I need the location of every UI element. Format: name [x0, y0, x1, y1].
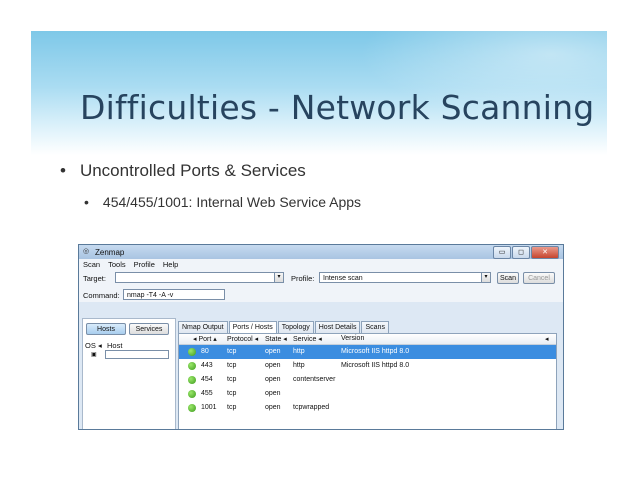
cell-state: open	[265, 404, 281, 411]
cell-protocol: tcp	[227, 348, 237, 355]
zenmap-app-icon: ◎	[83, 248, 90, 255]
profile-select[interactable]: Intense scan	[319, 272, 489, 283]
tab-topology[interactable]: Topology	[277, 321, 314, 333]
ports-table-header: ◂ Port ▴ Protocol ◂ State ◂ Service ◂ Ve…	[179, 334, 556, 345]
table-row[interactable]: 1001 tcp open tcpwrapped	[179, 401, 556, 415]
cell-state: open	[265, 348, 281, 355]
bullet-dot: •	[84, 194, 89, 210]
status-open-icon	[188, 362, 196, 370]
bullet-2-text: 454/455/1001: Internal Web Service Apps	[102, 194, 362, 210]
column-service-label: Service	[293, 336, 317, 343]
bullet-1-text: Uncontrolled Ports & Services	[79, 161, 306, 180]
command-toolbar: Command: nmap -T4 -A -v	[79, 286, 563, 302]
cell-protocol: tcp	[227, 362, 237, 369]
column-state-label: State	[265, 336, 282, 343]
bullet-level-1: • Uncontrolled Ports & Services	[60, 161, 306, 181]
table-row[interactable]: 454 tcp open contentserver	[179, 373, 556, 387]
cell-protocol: tcp	[227, 390, 237, 397]
tab-host-details[interactable]: Host Details	[314, 321, 361, 333]
window-titlebar[interactable]: ◎ Zenmap ▭ ◻ ✕	[79, 245, 563, 259]
services-button[interactable]: Services	[129, 323, 169, 335]
table-row[interactable]: 443 tcp open http Microsoft IIS httpd 8.0	[179, 359, 556, 373]
hosts-button[interactable]: Hosts	[86, 323, 126, 335]
cell-port: 454	[201, 376, 213, 383]
menu-bar: Scan Tools Profile Help	[79, 259, 563, 270]
status-open-icon	[188, 404, 196, 412]
target-label: Target:	[83, 274, 106, 283]
cell-service: tcpwrapped	[293, 404, 330, 411]
cell-port: 455	[201, 390, 213, 397]
cancel-button[interactable]: Cancel	[523, 272, 555, 284]
column-protocol[interactable]: Protocol ◂	[227, 335, 258, 343]
column-state[interactable]: State ◂	[265, 335, 287, 343]
column-version-label: Version	[341, 335, 365, 342]
column-expand-icon[interactable]: ◂	[545, 335, 549, 343]
status-open-icon	[188, 376, 196, 384]
hosts-services-panel: Hosts Services OS ◂ Host ▣	[82, 318, 176, 429]
column-service[interactable]: Service ◂	[293, 335, 322, 343]
scan-button[interactable]: Scan	[497, 272, 519, 284]
table-row[interactable]: 455 tcp open	[179, 387, 556, 401]
profile-dropdown-arrow[interactable]: ▾	[481, 272, 491, 283]
column-os-label: OS	[85, 341, 96, 350]
profile-label: Profile:	[291, 274, 315, 283]
cell-state: open	[265, 390, 281, 397]
cell-state: open	[265, 376, 281, 383]
status-open-icon	[188, 390, 196, 398]
sort-icon: ◂	[97, 341, 102, 350]
close-button[interactable]: ✕	[531, 246, 559, 259]
cell-port: 80	[201, 348, 209, 355]
os-icon: ▣	[91, 352, 97, 358]
column-port-label: Port	[198, 336, 212, 343]
cell-service: http	[293, 348, 305, 355]
cell-state: open	[265, 362, 281, 369]
window-title: Zenmap	[95, 247, 125, 257]
target-toolbar: Target: ▾ Profile: Intense scan ▾ Scan C…	[79, 270, 563, 286]
menu-help[interactable]: Help	[163, 260, 178, 269]
column-os[interactable]: OS ◂	[85, 341, 102, 350]
command-label: Command:	[83, 291, 120, 300]
maximize-button[interactable]: ◻	[512, 246, 530, 259]
cell-port: 1001	[201, 404, 217, 411]
target-input[interactable]	[115, 272, 281, 283]
bullet-dot: •	[60, 161, 66, 180]
cell-port: 443	[201, 362, 213, 369]
cell-service: http	[293, 362, 305, 369]
cell-service: contentserver	[293, 376, 336, 383]
zenmap-window: ◎ Zenmap ▭ ◻ ✕ Scan Tools Profile Help T…	[78, 244, 564, 430]
cell-protocol: tcp	[227, 404, 237, 411]
minimize-button[interactable]: ▭	[493, 246, 511, 259]
command-input[interactable]: nmap -T4 -A -v	[123, 289, 225, 300]
menu-tools[interactable]: Tools	[108, 260, 126, 269]
tab-nmap-output[interactable]: Nmap Output	[178, 321, 228, 333]
slide-title: Difficulties - Network Scanning	[80, 88, 595, 127]
menu-scan[interactable]: Scan	[83, 260, 100, 269]
ports-hosts-pane: ◂ Port ▴ Protocol ◂ State ◂ Service ◂ Ve…	[178, 333, 557, 429]
menu-profile[interactable]: Profile	[134, 260, 155, 269]
column-port[interactable]: ◂ Port ▴	[193, 335, 217, 343]
column-version[interactable]: Version	[341, 335, 364, 342]
host-entry[interactable]	[105, 350, 169, 359]
bullet-level-2: • 454/455/1001: Internal Web Service Apps	[84, 194, 361, 210]
column-host[interactable]: Host	[107, 341, 122, 350]
tab-scans[interactable]: Scans	[361, 321, 389, 333]
status-open-icon	[188, 348, 196, 356]
tab-bar: Nmap Output Ports / Hosts Topology Host …	[178, 321, 389, 334]
target-dropdown-arrow[interactable]: ▾	[274, 272, 284, 283]
cell-version: Microsoft IIS httpd 8.0	[341, 348, 410, 355]
cell-protocol: tcp	[227, 376, 237, 383]
cell-version: Microsoft IIS httpd 8.0	[341, 362, 410, 369]
column-protocol-label: Protocol	[227, 336, 253, 343]
table-row[interactable]: 80 tcp open http Microsoft IIS httpd 8.0	[179, 345, 556, 359]
